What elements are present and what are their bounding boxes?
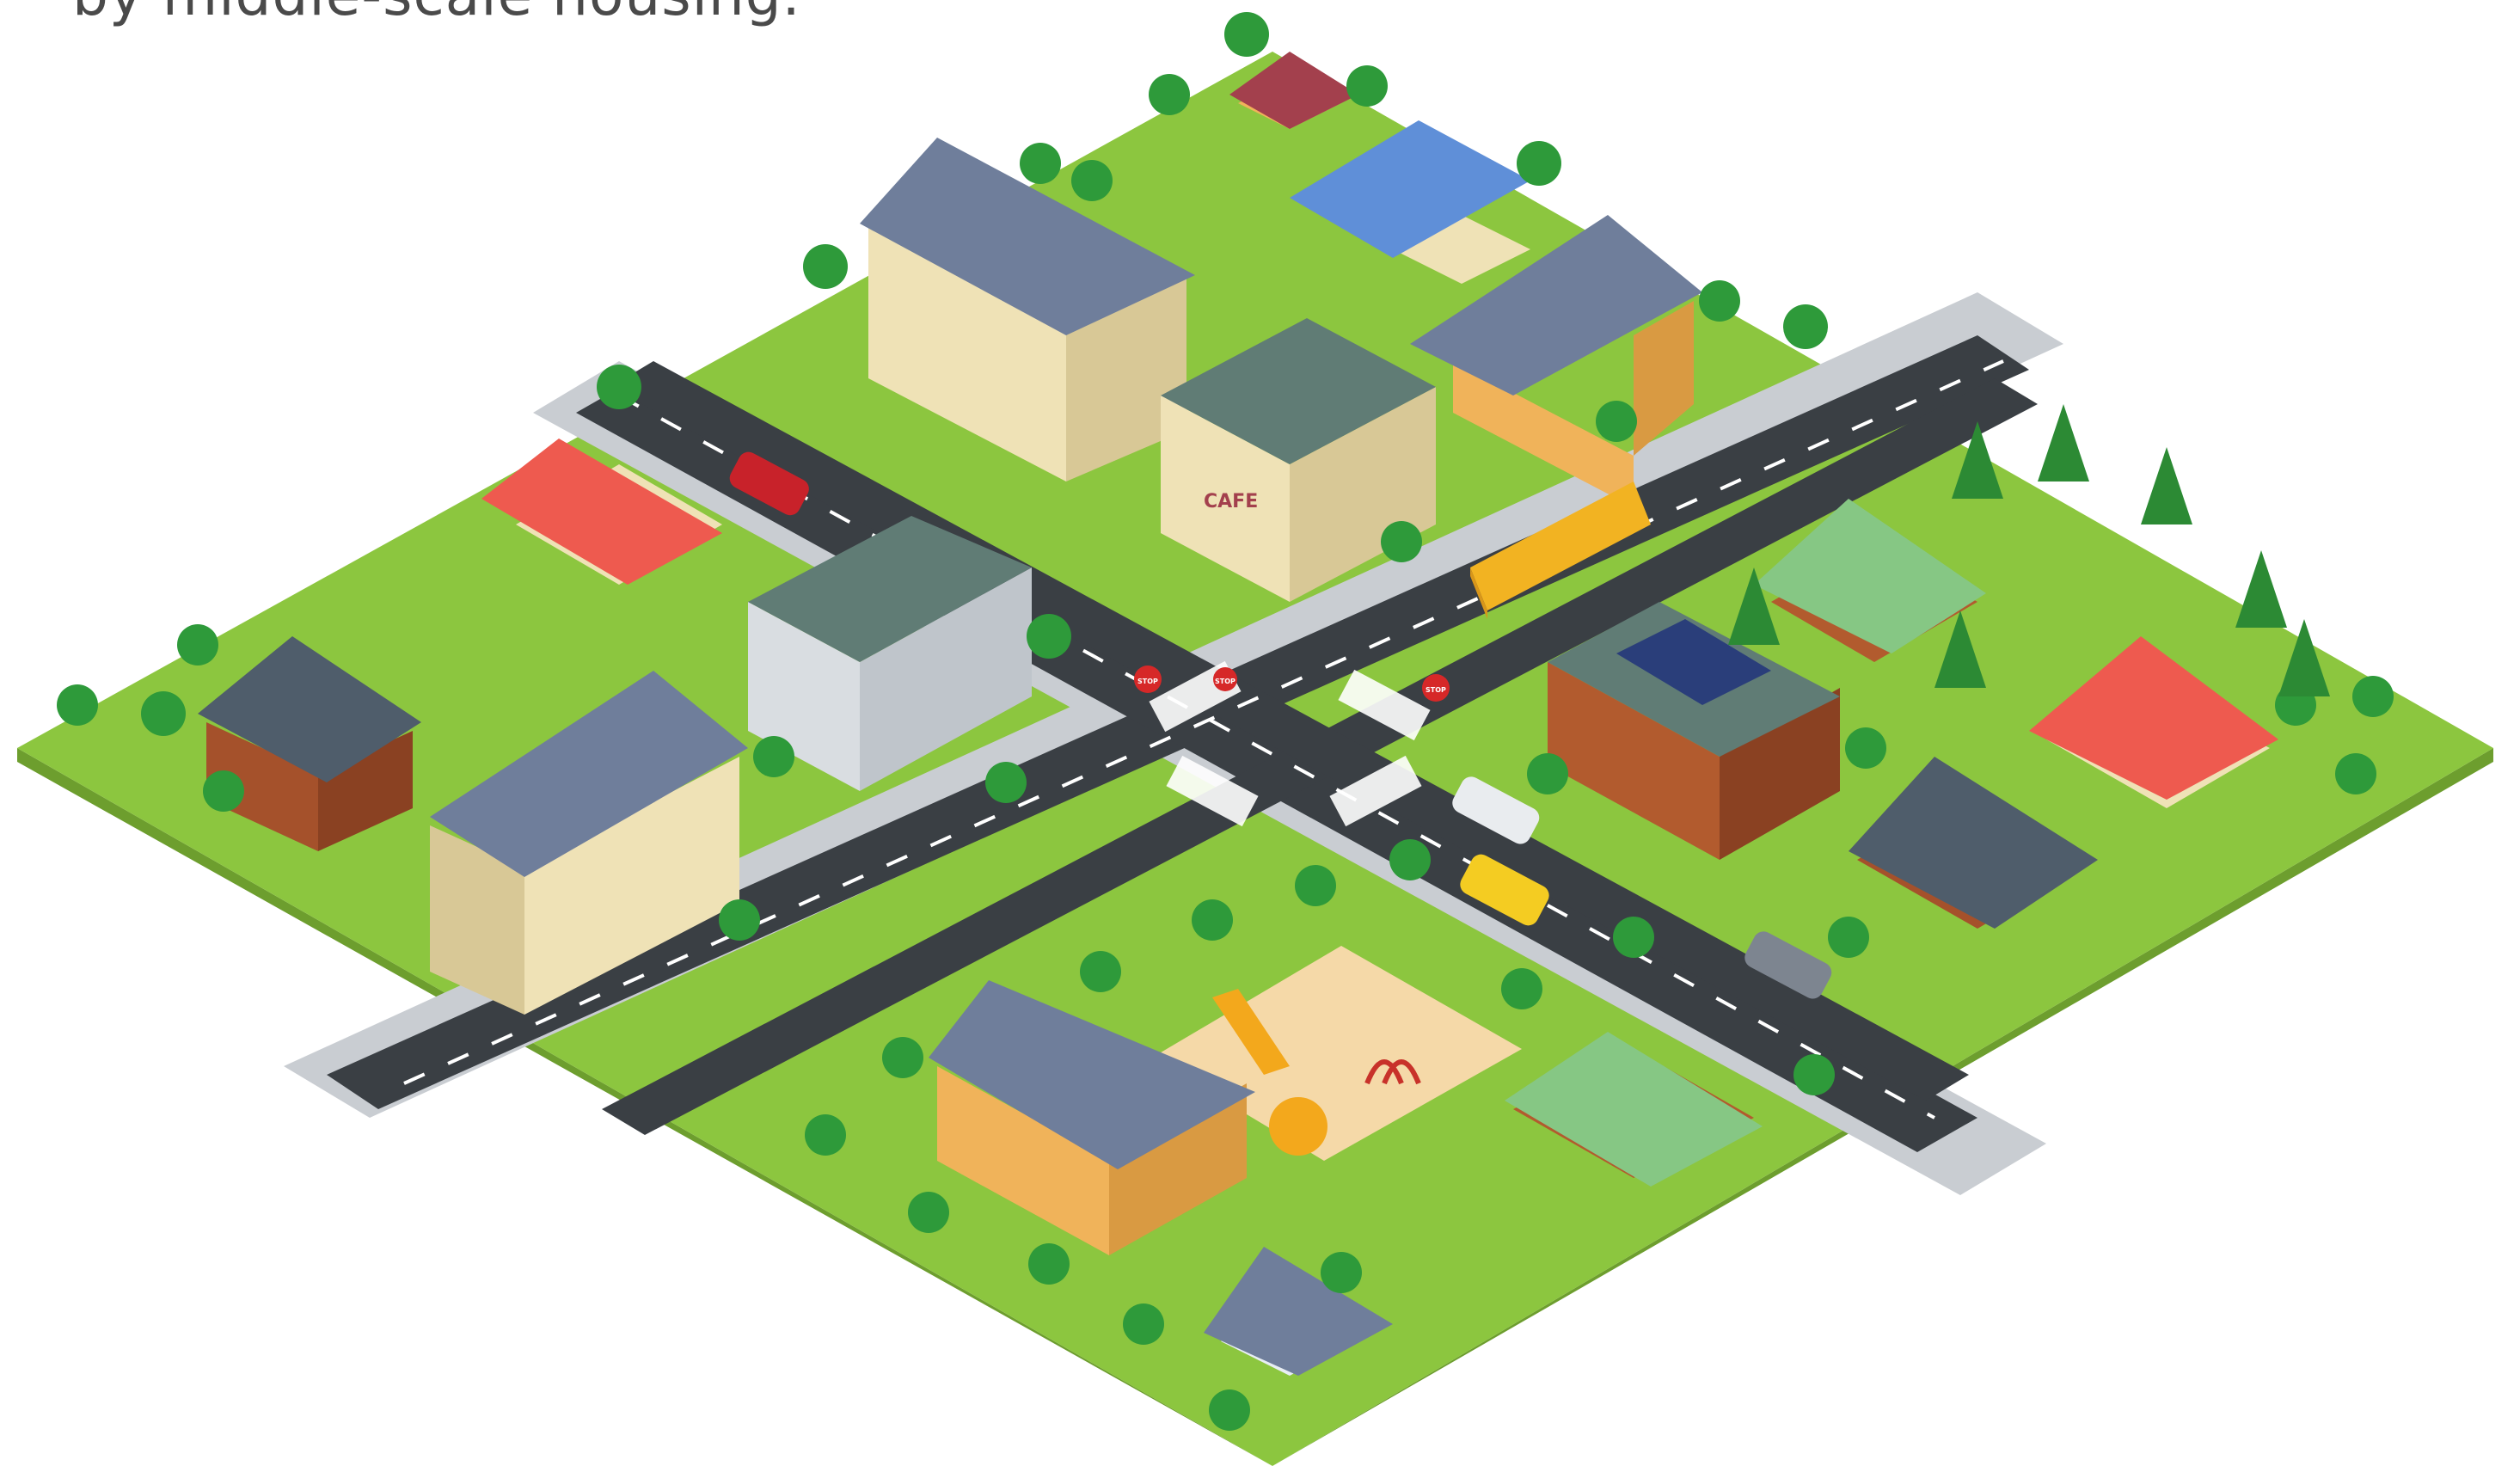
stop-sign-2: STOP bbox=[1422, 674, 1450, 702]
svg-text:STOP: STOP bbox=[1215, 678, 1235, 685]
cafe-sign: CAFE bbox=[1204, 491, 1258, 512]
stop-sign-1: STOP bbox=[1134, 666, 1162, 693]
merry-go-round bbox=[1269, 1097, 1327, 1156]
stop-sign-3: STOP bbox=[1213, 667, 1237, 691]
isometric-neighborhood-illustration: CAFE STOP STOP STOP bbox=[17, 12, 2493, 1466]
svg-text:STOP: STOP bbox=[1426, 686, 1446, 694]
svg-text:STOP: STOP bbox=[1137, 678, 1158, 685]
